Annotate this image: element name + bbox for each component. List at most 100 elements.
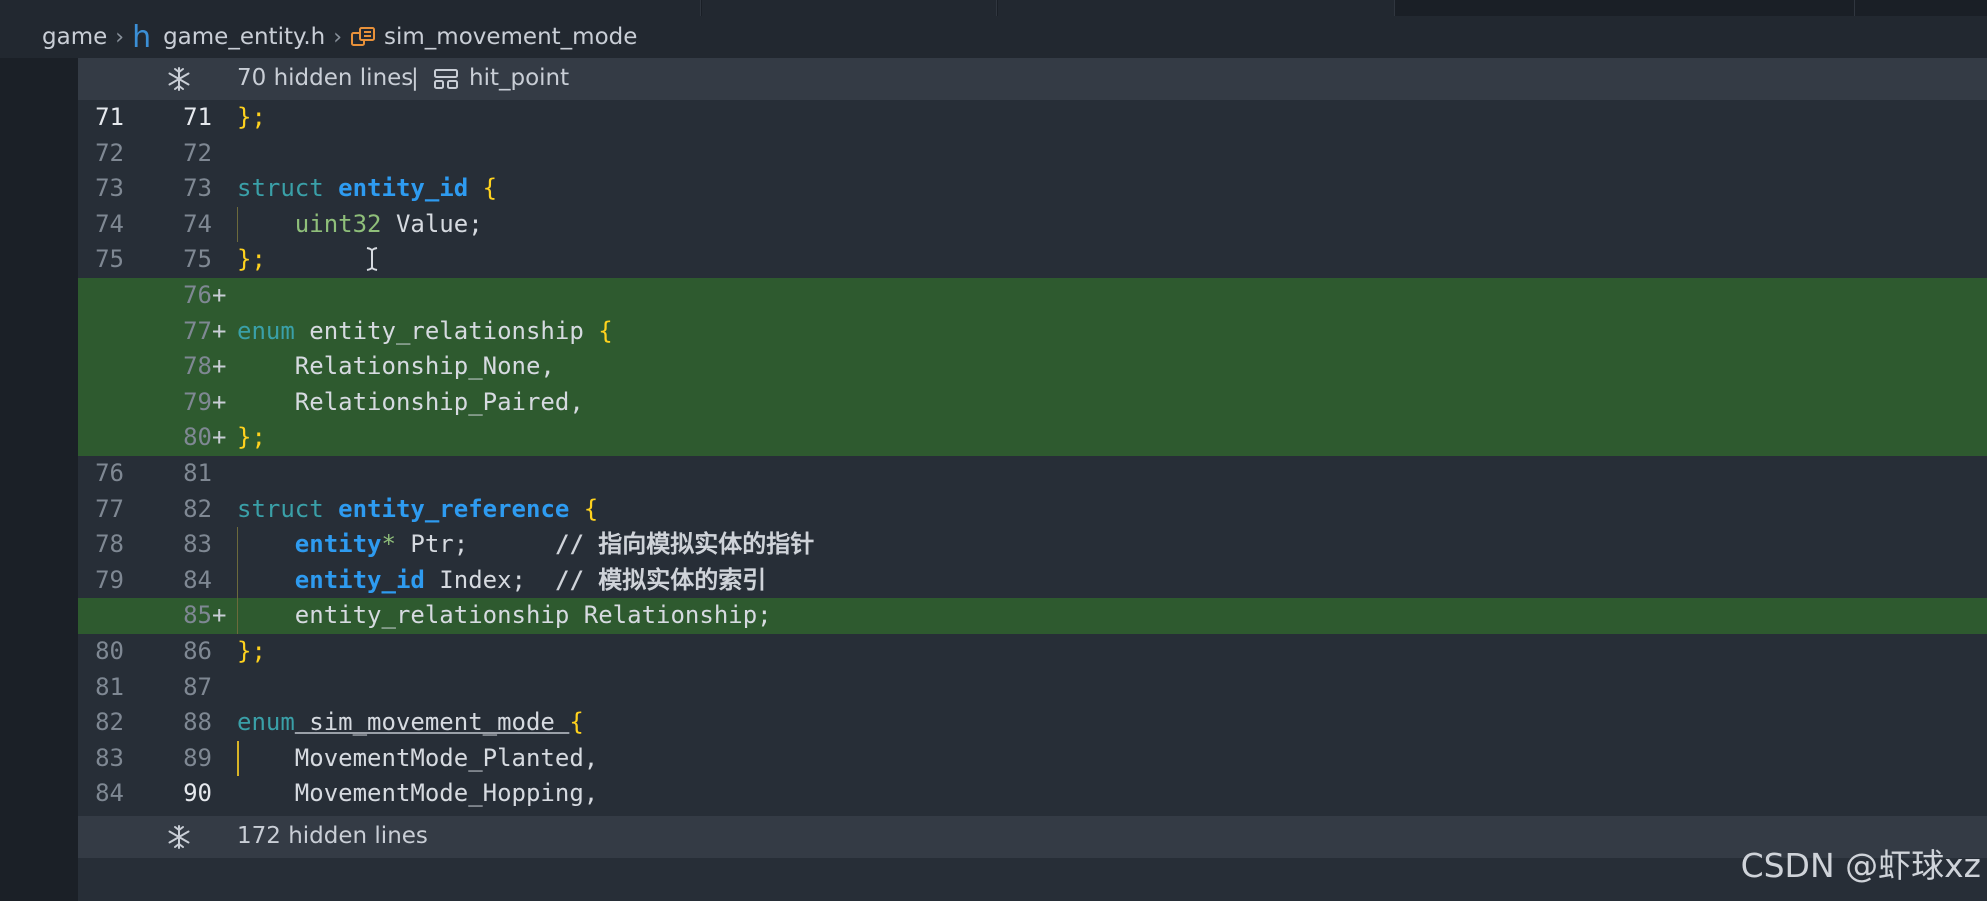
line-number-original: 72 bbox=[95, 138, 124, 167]
code-line[interactable]: 79 84 entity_id Index; // 模拟实体的索引 bbox=[78, 563, 1987, 599]
line-number-original: 76 bbox=[95, 459, 124, 487]
fold-scope-symbol[interactable]: hit_point bbox=[469, 65, 569, 91]
breadcrumb: game › h game_entity.h › sim_movement_mo… bbox=[0, 16, 1987, 58]
code-line[interactable]: 78 83 entity* Ptr; // 指向模拟实体的指针 bbox=[78, 527, 1987, 563]
header-file-icon: h bbox=[132, 19, 152, 55]
code-text[interactable]: entity_id Index; // 模拟实体的索引 bbox=[237, 563, 766, 599]
code-text[interactable]: uint32 Value; bbox=[237, 207, 483, 243]
tab[interactable] bbox=[1396, 0, 1855, 16]
line-number-original: 82 bbox=[95, 708, 124, 737]
code-line[interactable]: 77 + enum entity_relationship { bbox=[78, 313, 1987, 350]
code-text[interactable]: enum sim_movement_mode { bbox=[237, 705, 584, 741]
line-number-original bbox=[78, 314, 124, 350]
line-number-original: 81 bbox=[95, 672, 124, 701]
line-number-original: 83 bbox=[95, 743, 124, 772]
code-line[interactable]: 74 74 uint32 Value; bbox=[78, 207, 1987, 243]
line-number-original bbox=[78, 385, 124, 421]
code-text[interactable]: Relationship_Paired, bbox=[237, 385, 584, 421]
line-number-modified: 71 bbox=[183, 103, 212, 131]
line-number-modified: 84 bbox=[183, 565, 212, 594]
code-text[interactable]: Relationship_None, bbox=[237, 349, 555, 385]
line-number-modified: 78 bbox=[183, 352, 212, 381]
code-line[interactable]: 84 90 MovementMode_Hopping, bbox=[78, 776, 1987, 812]
unfold-snowflake-icon[interactable] bbox=[166, 66, 192, 92]
line-number-original: 75 bbox=[95, 245, 124, 274]
line-number-modified: 80 bbox=[183, 423, 212, 452]
line-number-modified: 83 bbox=[183, 530, 212, 559]
indent-guide bbox=[237, 206, 238, 243]
code-text[interactable]: }; bbox=[237, 420, 266, 456]
hidden-lines-bar-bottom[interactable]: 172 hidden lines bbox=[78, 816, 1987, 858]
line-number-modified: 90 bbox=[183, 779, 212, 808]
code-line[interactable]: 73 73 struct entity_id { bbox=[78, 171, 1987, 207]
code-text[interactable]: }; bbox=[237, 634, 266, 670]
added-line-marker: + bbox=[212, 352, 227, 381]
line-number-modified: 88 bbox=[183, 708, 212, 737]
code-text[interactable]: MovementMode_Planted, bbox=[237, 741, 598, 777]
enum-symbol-icon bbox=[351, 27, 376, 46]
hidden-lines-count: 172 hidden lines bbox=[237, 823, 428, 849]
line-number-original: 80 bbox=[95, 637, 124, 665]
code-text[interactable]: enum entity_relationship { bbox=[237, 314, 613, 350]
breadcrumb-folder[interactable]: game bbox=[42, 24, 107, 50]
breadcrumb-file[interactable]: game_entity.h bbox=[163, 24, 325, 50]
added-line-marker: + bbox=[212, 281, 227, 309]
line-number-modified: 85 bbox=[183, 601, 212, 630]
code-line[interactable]: 83 89 MovementMode_Planted, bbox=[78, 741, 1987, 777]
code-line[interactable]: 80 86}; bbox=[78, 634, 1987, 670]
line-number-original bbox=[78, 278, 124, 314]
code-line[interactable]: 72 72 bbox=[78, 136, 1987, 172]
line-number-original bbox=[78, 598, 124, 634]
added-line-marker: + bbox=[212, 601, 227, 630]
code-text[interactable]: MovementMode_Hopping, bbox=[237, 776, 598, 812]
code-text[interactable]: }; bbox=[237, 242, 266, 278]
tab[interactable] bbox=[998, 0, 1395, 16]
line-number-modified: 72 bbox=[183, 138, 212, 167]
line-number-modified: 82 bbox=[183, 494, 212, 523]
added-line-marker: + bbox=[212, 316, 227, 345]
code-line[interactable]: 82 88 enum sim_movement_mode { bbox=[78, 705, 1987, 741]
code-line[interactable]: 78 + Relationship_None, bbox=[78, 349, 1987, 385]
line-number-original: 77 bbox=[95, 494, 124, 523]
hidden-lines-bar-top[interactable]: 70 hidden lines | hit_point bbox=[78, 58, 1987, 100]
struct-symbol-icon bbox=[434, 69, 458, 89]
code-text[interactable]: struct entity_id { bbox=[237, 171, 497, 207]
line-number-modified: 87 bbox=[183, 672, 212, 701]
line-number-modified: 75 bbox=[183, 245, 212, 274]
code-text[interactable]: entity_relationship Relationship; bbox=[237, 598, 772, 634]
tab[interactable] bbox=[0, 0, 701, 16]
code-line[interactable]: 76 + bbox=[78, 278, 1987, 314]
hidden-lines-count: 70 hidden lines bbox=[237, 65, 414, 91]
code-text[interactable]: entity* Ptr; // 指向模拟实体的指针 bbox=[237, 527, 814, 563]
line-number-modified: 81 bbox=[183, 459, 212, 487]
code-line[interactable]: 71 71}; bbox=[78, 100, 1987, 136]
line-number-modified: 86 bbox=[183, 637, 212, 665]
line-number-original: 78 bbox=[95, 530, 124, 559]
code-line[interactable]: 80 +}; bbox=[78, 420, 1987, 456]
code-line[interactable]: 79 + Relationship_Paired, bbox=[78, 384, 1987, 421]
code-line[interactable]: 85 + entity_relationship Relationship; bbox=[78, 598, 1987, 634]
line-number-modified: 89 bbox=[183, 743, 212, 772]
chevron-right-icon: › bbox=[115, 24, 125, 50]
line-number-original: 74 bbox=[95, 209, 124, 238]
tab[interactable] bbox=[702, 0, 997, 16]
code-text[interactable]: }; bbox=[237, 100, 266, 136]
tab-strip bbox=[0, 0, 1987, 16]
fold-separator: | bbox=[411, 65, 419, 91]
unfold-snowflake-icon[interactable] bbox=[166, 824, 192, 850]
watermark: CSDN @虾球xz bbox=[1740, 846, 1981, 885]
code-text[interactable]: struct entity_reference { bbox=[237, 492, 598, 528]
code-line[interactable]: 81 87 bbox=[78, 670, 1987, 706]
line-number-modified: 77 bbox=[183, 316, 212, 345]
chevron-right-icon: › bbox=[333, 24, 343, 50]
breadcrumb-symbol[interactable]: sim_movement_mode bbox=[384, 24, 637, 50]
code-line[interactable]: 77 82 struct entity_reference { bbox=[78, 492, 1987, 528]
line-number-original: 79 bbox=[95, 565, 124, 594]
code-line[interactable]: 76 81 bbox=[78, 456, 1987, 492]
line-number-modified: 73 bbox=[183, 174, 212, 203]
line-number-original: 71 bbox=[95, 103, 124, 131]
text-cursor-icon bbox=[366, 247, 378, 271]
line-number-modified: 79 bbox=[183, 387, 212, 416]
line-number-modified: 76 bbox=[183, 281, 212, 309]
gutter-margin bbox=[0, 58, 78, 901]
